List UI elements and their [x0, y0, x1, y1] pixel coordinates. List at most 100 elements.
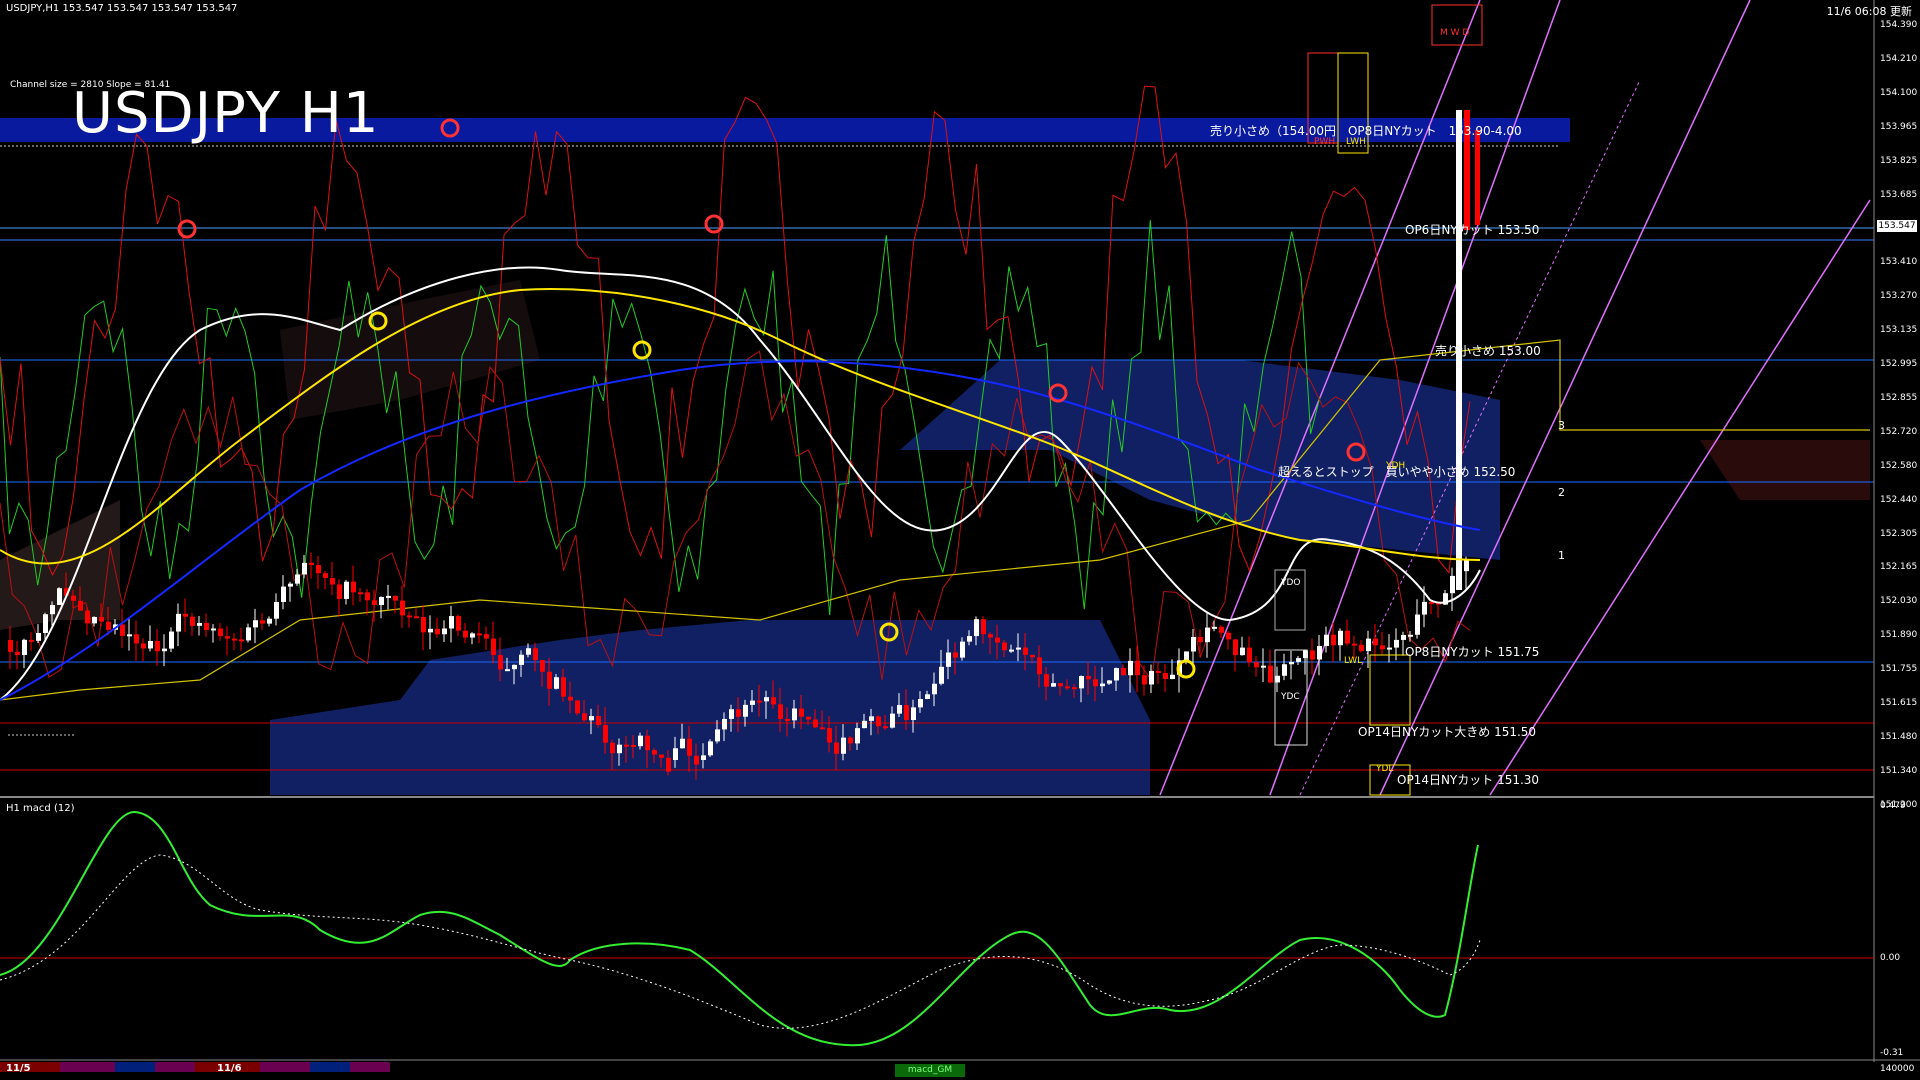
candle-body [1100, 683, 1105, 687]
price-tick: 154.210 [1880, 53, 1918, 64]
candle-body [554, 677, 559, 689]
box-label-pwh: PWH [1314, 137, 1336, 147]
candle-body [1450, 575, 1455, 594]
candle-body [1261, 665, 1266, 668]
candle-body [162, 648, 167, 652]
candle-body [386, 595, 391, 598]
macd-signal-line [0, 854, 1481, 1029]
candle-body [449, 616, 454, 629]
candle-body [876, 716, 881, 727]
candle-body [939, 666, 944, 684]
candle-body [799, 708, 804, 717]
price-tick: 152.855 [1880, 392, 1918, 403]
trading-chart-window[interactable]: USDJPY,H1 153.547 153.547 153.547 153.54… [0, 0, 1920, 1080]
candle-body [127, 634, 132, 637]
candle-body [862, 720, 867, 729]
candle-body [204, 622, 209, 630]
candle-body [106, 621, 111, 630]
candle-body [99, 616, 104, 622]
candle-body [351, 581, 356, 593]
candle-body [946, 652, 951, 667]
candle-body [526, 648, 531, 655]
session-bar-segment [310, 1062, 350, 1072]
candle-body [1219, 626, 1224, 633]
candle-body [1198, 637, 1203, 643]
macd-tab[interactable]: macd_GM [895, 1064, 965, 1077]
candle-body [1310, 650, 1315, 660]
candle-body [43, 614, 48, 633]
candle-body [400, 600, 405, 616]
candle-body [169, 631, 174, 649]
candle-body [414, 616, 419, 619]
candle-body [1212, 626, 1217, 629]
candle-body [1275, 675, 1280, 683]
candle-body [953, 652, 958, 658]
candle-body [1422, 601, 1427, 615]
candle-body [8, 640, 13, 652]
candle-body [1044, 674, 1049, 687]
fib-label-1: 1 [1558, 549, 1565, 562]
candle-body [547, 671, 552, 689]
candle-body [841, 737, 846, 754]
candle-body [631, 744, 636, 747]
macd-tick-zero: 0.00 [1880, 953, 1901, 963]
chart-canvas[interactable] [0, 0, 1920, 1080]
candle-body [596, 716, 601, 726]
candle-body [988, 634, 993, 638]
candle-body [323, 573, 328, 578]
candle-body [435, 628, 440, 635]
candle-body [708, 741, 713, 756]
candle-body [806, 716, 811, 720]
candle-body [148, 640, 153, 649]
candle-body [820, 727, 825, 730]
candle-body [183, 613, 188, 617]
candle-body [519, 654, 524, 665]
candle-body [1065, 686, 1070, 689]
candle-body [1226, 632, 1231, 640]
macd-tick-bottom: -0.31 [1880, 1048, 1904, 1058]
candle-body [78, 600, 83, 611]
candle-body [897, 705, 902, 714]
candle-body [1030, 654, 1035, 658]
candle-body [1149, 670, 1154, 685]
candle-body [344, 581, 349, 599]
session-box [1369, 654, 1411, 726]
candle-body [498, 655, 503, 670]
session-bar-segment [260, 1062, 310, 1072]
candle-body [1037, 657, 1042, 675]
box-label-ydc: YDC [1281, 692, 1300, 702]
price-tick: 153.135 [1880, 325, 1918, 336]
price-tick: 154.390 [1880, 20, 1918, 30]
candle-body [589, 716, 594, 721]
candle-body [1359, 644, 1364, 652]
price-tick: 151.340 [1880, 765, 1918, 776]
candle-body [1401, 634, 1406, 640]
candle-body [463, 630, 468, 638]
candle-body [302, 562, 307, 575]
candle-body [1184, 651, 1189, 661]
candle-body [995, 637, 1000, 643]
candle-body [316, 565, 321, 574]
price-tick: 153.685 [1880, 189, 1918, 200]
price-tick: 152.440 [1880, 494, 1918, 505]
candle-body [890, 713, 895, 728]
candle-body [1107, 680, 1112, 684]
candle-body [813, 719, 818, 728]
candle-body [869, 716, 874, 721]
candle-body [176, 613, 181, 632]
candle-body [1058, 683, 1063, 687]
candle-body [1247, 647, 1252, 663]
candle-body [141, 643, 146, 649]
candle-body [330, 577, 335, 585]
candle-body [1240, 647, 1245, 656]
candle-body [22, 639, 27, 656]
box-label-lwl: LWL [1344, 656, 1363, 666]
macd-tick-top: 0.479 [1880, 801, 1906, 811]
candle-body [750, 700, 755, 705]
candle-body [1233, 639, 1238, 656]
level-label-op14: OP14日NYカット 151.30 [1397, 773, 1540, 787]
candle-body [1415, 614, 1420, 635]
candle-body [617, 744, 622, 754]
price-tick: 151.480 [1880, 731, 1918, 742]
candle-body [407, 615, 412, 618]
